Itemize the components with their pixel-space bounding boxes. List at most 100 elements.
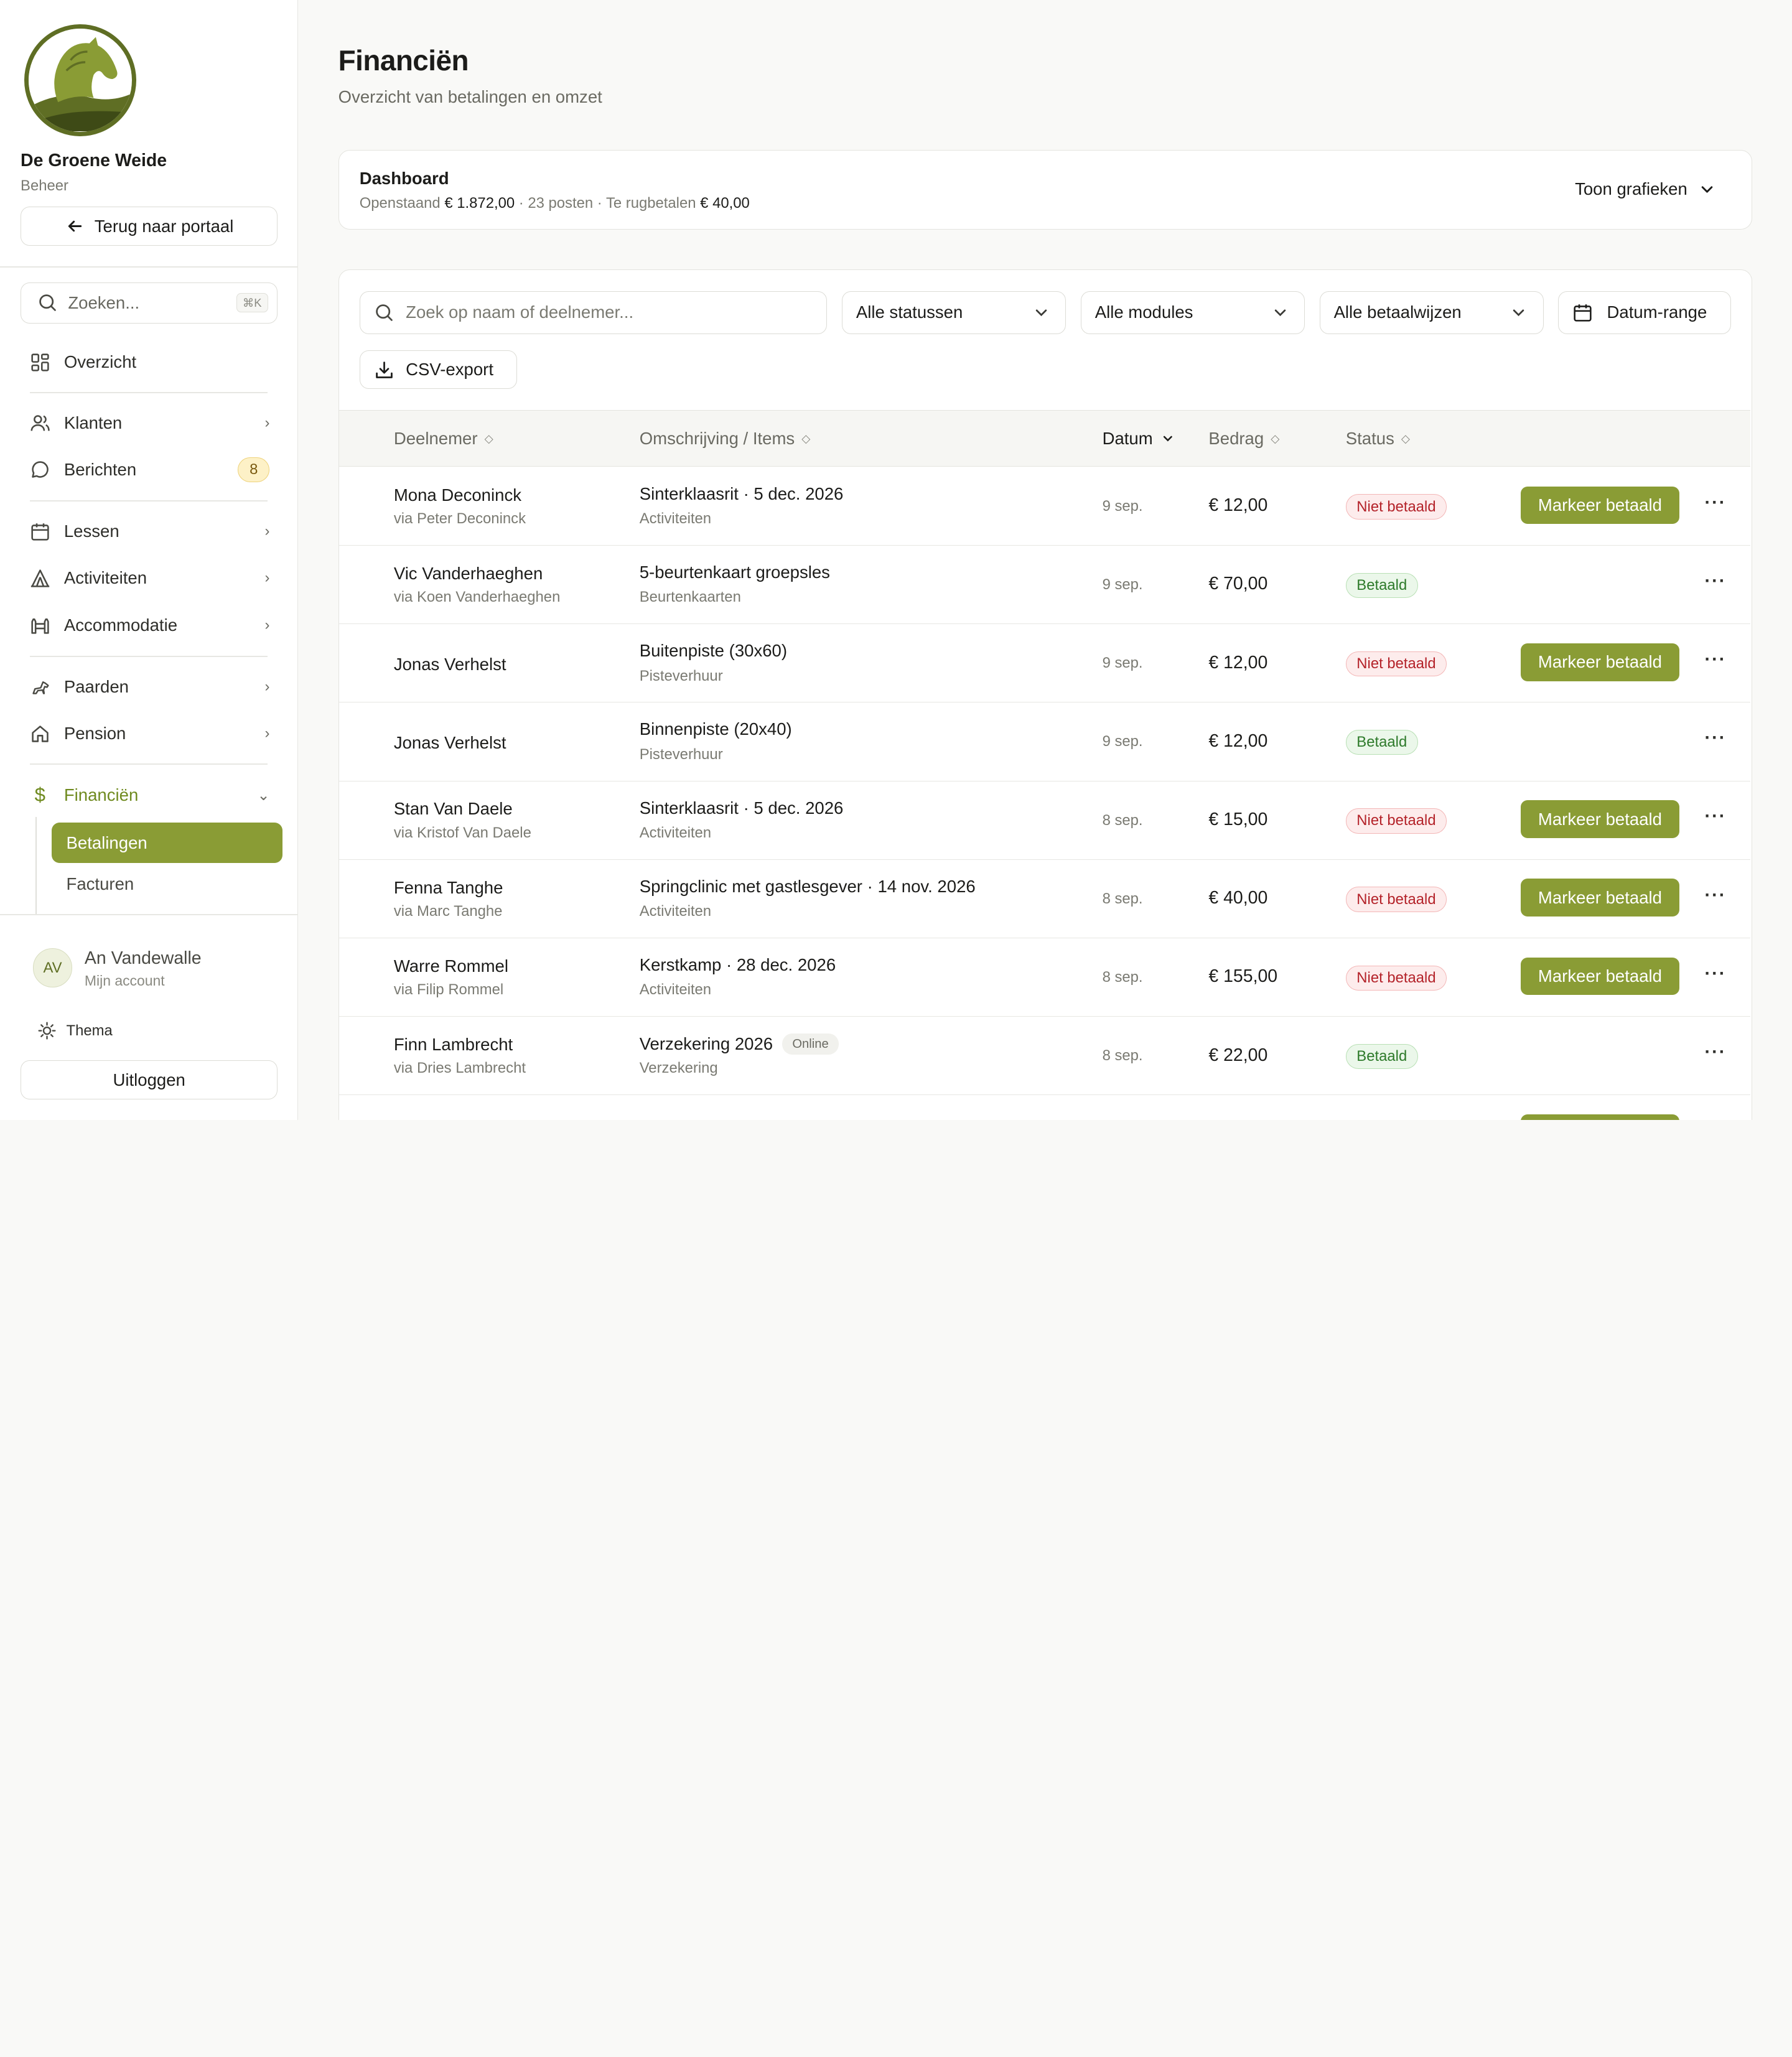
status-badge: Betaald bbox=[1345, 729, 1418, 755]
status-badge: Betaald bbox=[1345, 1043, 1418, 1070]
item-category: Activiteiten bbox=[639, 510, 712, 528]
download-icon bbox=[374, 360, 394, 380]
mark-paid-button[interactable]: Markeer betaald bbox=[1520, 879, 1680, 917]
sidebar-item-accommodatie[interactable]: Accommodatie › bbox=[30, 607, 270, 643]
payments-search-input[interactable]: Zoek op naam of deelnemer... bbox=[359, 291, 827, 335]
participant-name[interactable]: Vic Vanderhaeghen bbox=[394, 564, 543, 584]
payment-date: 8 sep. bbox=[1102, 969, 1143, 986]
table-row[interactable]: Fenna Tanghe via Marc Tanghe Springclinic … bbox=[338, 859, 1750, 938]
divider bbox=[0, 914, 297, 916]
logout-button[interactable]: Uitloggen bbox=[21, 1060, 278, 1099]
user-name[interactable]: An Vandewalle bbox=[85, 948, 202, 969]
more-options-icon[interactable]: ··· bbox=[1705, 649, 1727, 670]
mark-paid-button[interactable]: Markeer betaald bbox=[1520, 643, 1680, 681]
payment-date: 9 sep. bbox=[1102, 497, 1143, 515]
item-description: Verzekering 2026 Online bbox=[640, 1033, 839, 1055]
divider bbox=[29, 763, 268, 765]
more-options-icon[interactable]: ··· bbox=[1705, 806, 1727, 827]
table-header: Deelnemer ◇ Omschrijving / Items ◇ Datum B… bbox=[338, 409, 1750, 467]
participant-name[interactable]: Finn Lambrecht bbox=[394, 1035, 513, 1055]
user-account-link[interactable]: Mijn account bbox=[85, 973, 165, 989]
status-badge: Niet betaald bbox=[1345, 887, 1447, 912]
table-row[interactable]: Jonas Verhelst Buitenpiste (30x60) Pisteve… bbox=[338, 624, 1750, 703]
sidebar-item-klanten[interactable]: Klanten › bbox=[30, 404, 269, 441]
more-options-icon[interactable]: ··· bbox=[1705, 727, 1727, 749]
mark-paid-button[interactable]: Markeer betaald bbox=[1520, 800, 1680, 838]
table-row[interactable]: Finn Lambrecht via Dries Lambrecht Verzeke… bbox=[338, 1017, 1750, 1096]
sidebar-item-lessen[interactable]: Lessen › bbox=[30, 513, 269, 550]
sidebar-item-paarden[interactable]: Paarden › bbox=[30, 668, 269, 705]
sidebar-item-activiteiten[interactable]: Activiteiten › bbox=[30, 560, 269, 597]
shortcut-badge: ⌘K bbox=[236, 293, 268, 313]
more-options-icon[interactable]: ··· bbox=[1705, 885, 1727, 906]
table-row[interactable]: Mona Deconinck via Peter Deconinck Sinterk… bbox=[338, 467, 1750, 546]
csv-export-button[interactable]: CSV-export bbox=[359, 350, 518, 389]
sidebar-item-overzicht[interactable]: Overzicht bbox=[30, 344, 270, 381]
table-row[interactable]: Warre Rommel via Filip Rommel Kerstkamp · … bbox=[338, 938, 1750, 1017]
column-header-amount[interactable]: Bedrag ◇ bbox=[1208, 429, 1279, 449]
status-filter-select[interactable]: Alle statussen bbox=[841, 291, 1066, 335]
sidebar-item-pension[interactable]: Pension › bbox=[30, 716, 269, 752]
divider bbox=[29, 500, 268, 502]
unread-count-badge: 8 bbox=[238, 457, 270, 483]
payment-amount: € 15,00 bbox=[1208, 809, 1268, 829]
table-row[interactable]: Vic Vanderhaeghen via Koen Vanderhaeghen 5… bbox=[338, 546, 1750, 625]
calendar-icon bbox=[30, 521, 50, 542]
online-tag: Online bbox=[782, 1033, 839, 1055]
table-row[interactable]: Stan Van Daele via Kristof Van Daele Sinte… bbox=[338, 781, 1750, 860]
chevron-right-icon: › bbox=[264, 616, 270, 633]
mark-paid-button[interactable]: Markeer betaald bbox=[1520, 957, 1680, 996]
participant-name[interactable]: Warre Rommel bbox=[394, 956, 508, 976]
column-header-participant[interactable]: Deelnemer ◇ bbox=[394, 429, 493, 449]
column-header-description[interactable]: Omschrijving / Items ◇ bbox=[640, 429, 811, 449]
participant-name[interactable]: Jonas Verhelst bbox=[394, 655, 506, 674]
more-options-icon[interactable]: ··· bbox=[1705, 571, 1727, 592]
item-description: 5-beurtenkaart groepsles bbox=[640, 562, 830, 582]
date-range-button[interactable]: Datum-range bbox=[1558, 291, 1731, 335]
payment-date: 8 sep. bbox=[1102, 811, 1143, 829]
column-label: Bedrag bbox=[1208, 428, 1264, 448]
more-options-icon[interactable]: ··· bbox=[1705, 1042, 1727, 1063]
sidebar-subitem-betalingen[interactable]: Betalingen bbox=[51, 823, 282, 863]
table-row[interactable]: Jonas Verhelst Binnenpiste (20x40) Pisteve… bbox=[338, 702, 1750, 781]
participant-name[interactable]: Fenna Tanghe bbox=[394, 878, 503, 898]
sidebar-item-berichten[interactable]: Berichten 8 bbox=[30, 451, 270, 488]
mark-paid-button[interactable]: Markeer betaald bbox=[1520, 486, 1680, 525]
payment-method-filter-value: Alle betaalwijzen bbox=[1333, 302, 1462, 322]
back-to-portal-button[interactable]: Terug naar portaal bbox=[21, 207, 278, 246]
participant-name[interactable]: Jonas Verhelst bbox=[394, 733, 506, 753]
item-description-text: Binnenpiste (20x40) bbox=[639, 719, 792, 739]
search-icon bbox=[374, 302, 394, 323]
dashboard-summary: Openstaand € 1.872,00 · 23 posten · Te r… bbox=[360, 195, 750, 212]
sidebar-subitem-facturen[interactable]: Facturen bbox=[67, 874, 134, 894]
table-row[interactable]: Finn LambrechtLidmaatschap 2026Markeer b… bbox=[339, 1095, 1750, 1120]
payment-method-filter-select[interactable]: Alle betaalwijzen bbox=[1319, 291, 1544, 335]
org-name: De Groene Weide bbox=[21, 151, 167, 171]
participant-via: via Peter Deconinck bbox=[393, 510, 526, 528]
show-charts-toggle[interactable]: Toon grafieken bbox=[1575, 179, 1717, 200]
avatar[interactable]: AV bbox=[33, 948, 72, 987]
item-description: Sinterklaasrit · 5 dec. 2026 bbox=[640, 484, 844, 504]
participant-name[interactable]: Stan Van Daele bbox=[394, 799, 513, 819]
theme-toggle[interactable]: Thema bbox=[37, 1020, 113, 1041]
mark-paid-button[interactable]: Markeer betaald bbox=[1520, 1114, 1680, 1120]
column-header-date[interactable]: Datum bbox=[1103, 429, 1176, 449]
column-label: Datum bbox=[1102, 428, 1153, 448]
participant-name[interactable]: Mona Deconinck bbox=[394, 485, 521, 505]
org-role: Beheer bbox=[21, 177, 68, 194]
main-content: Financiën Overzicht van betalingen en om… bbox=[298, 0, 1792, 1120]
participant-via: via Marc Tanghe bbox=[393, 903, 503, 920]
column-header-status[interactable]: Status ◇ bbox=[1346, 429, 1410, 449]
column-label: Status bbox=[1345, 428, 1394, 448]
users-icon bbox=[30, 413, 50, 433]
page-title: Financiën bbox=[338, 44, 469, 77]
participant-via: via Filip Rommel bbox=[393, 981, 504, 999]
item-category: Activiteiten bbox=[639, 903, 712, 920]
module-filter-select[interactable]: Alle modules bbox=[1080, 291, 1305, 335]
sidebar-item-financien[interactable]: $ Financiën ⌄ bbox=[30, 777, 270, 814]
more-options-icon[interactable]: ··· bbox=[1705, 963, 1727, 984]
item-category: Verzekering bbox=[639, 1060, 718, 1077]
payments-table-card: Zoek op naam of deelnemer... Alle status… bbox=[338, 269, 1752, 1120]
more-options-icon[interactable]: ··· bbox=[1705, 492, 1727, 513]
sidebar-search-input[interactable]: Zoeken... ⌘K bbox=[21, 282, 278, 324]
